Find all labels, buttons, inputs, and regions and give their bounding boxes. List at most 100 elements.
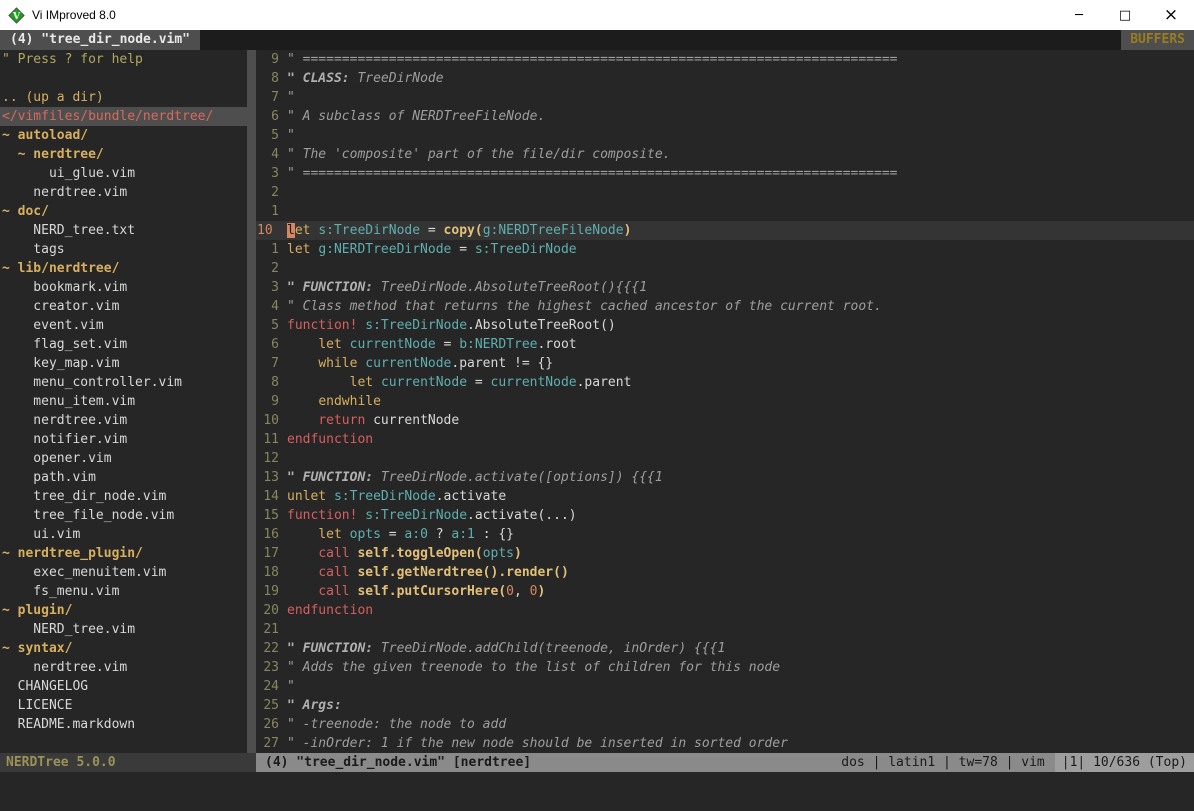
editor-line[interactable]: 3" FUNCTION: TreeDirNode.AbsoluteTreeRoo… [256, 278, 1194, 297]
nerdtree-file-node[interactable]: nerdtree.vim [0, 658, 247, 677]
editor-line[interactable]: 6 let currentNode = b:NERDTree.root [256, 335, 1194, 354]
cursor: l [287, 223, 295, 238]
code-text: " -inOrder: 1 if the new node should be … [287, 734, 788, 753]
editor-line[interactable]: 18 call self.getNerdtree().render() [256, 563, 1194, 582]
code-text: " FUNCTION: TreeDirNode.AbsoluteTreeRoot… [287, 278, 647, 297]
line-number: 1 [256, 240, 279, 259]
nerdtree-dir-node[interactable]: ~ nerdtree/ [0, 145, 247, 164]
nerdtree-file-node[interactable]: LICENCE [0, 696, 247, 715]
editor-line[interactable]: 2 [256, 183, 1194, 202]
window-split-bar[interactable] [247, 50, 256, 753]
nerdtree-file-node[interactable]: nerdtree.vim [0, 183, 247, 202]
code-text: call self.getNerdtree().render() [287, 563, 569, 582]
line-number: 16 [256, 525, 279, 544]
nerdtree-file-node[interactable]: NERD_tree.vim [0, 620, 247, 639]
nerdtree-file-node[interactable]: path.vim [0, 468, 247, 487]
line-number: 6 [256, 107, 279, 126]
editor-line[interactable]: 9 endwhile [256, 392, 1194, 411]
nerdtree-file-node[interactable]: bookmark.vim [0, 278, 247, 297]
editor-line[interactable]: 8" CLASS: TreeDirNode [256, 69, 1194, 88]
nerdtree-file-node[interactable]: NERD_tree.txt [0, 221, 247, 240]
editor-line[interactable]: 5function! s:TreeDirNode.AbsoluteTreeRoo… [256, 316, 1194, 335]
line-number: 7 [256, 88, 279, 107]
statusline-buffer-info: (4) "tree_dir_node.vim" [nerdtree] [265, 753, 531, 772]
editor-line[interactable]: 4" The 'composite' part of the file/dir … [256, 145, 1194, 164]
editor-line[interactable]: 3" =====================================… [256, 164, 1194, 183]
nerdtree-file-node[interactable]: nerdtree.vim [0, 411, 247, 430]
editor-line[interactable]: 11endfunction [256, 430, 1194, 449]
nerdtree-file-node[interactable]: CHANGELOG [0, 677, 247, 696]
close-button[interactable]: × [1148, 0, 1194, 30]
nerdtree-dir-node[interactable]: ~ doc/ [0, 202, 247, 221]
editor-line[interactable]: 2 [256, 259, 1194, 278]
maximize-button[interactable]: □ [1102, 0, 1148, 30]
command-line[interactable] [0, 772, 1194, 811]
editor-line[interactable]: 1let g:NERDTreeDirNode = s:TreeDirNode [256, 240, 1194, 259]
editor-line[interactable]: 20endfunction [256, 601, 1194, 620]
code-text: endwhile [287, 392, 381, 411]
editor-line[interactable]: 24" [256, 677, 1194, 696]
nerdtree-file-node[interactable]: fs_menu.vim [0, 582, 247, 601]
nerdtree-file-node[interactable]: menu_item.vim [0, 392, 247, 411]
editor-line[interactable]: 10 return currentNode [256, 411, 1194, 430]
editor-line[interactable]: 5" [256, 126, 1194, 145]
line-number: 25 [256, 696, 279, 715]
editor-line[interactable]: 17 call self.toggleOpen(opts) [256, 544, 1194, 563]
editor-line[interactable]: 8 let currentNode = currentNode.parent [256, 373, 1194, 392]
nerdtree-file-node[interactable]: notifier.vim [0, 430, 247, 449]
code-text: " [287, 88, 295, 107]
editor-line[interactable]: 13" FUNCTION: TreeDirNode.activate([opti… [256, 468, 1194, 487]
nerdtree-file-node[interactable]: opener.vim [0, 449, 247, 468]
line-number: 26 [256, 715, 279, 734]
editor-line[interactable]: 19 call self.putCursorHere(0, 0) [256, 582, 1194, 601]
nerdtree-dir-node[interactable]: ~ autoload/ [0, 126, 247, 145]
editor-line[interactable]: 1 [256, 202, 1194, 221]
nerdtree-dir-node[interactable]: ~ plugin/ [0, 601, 247, 620]
editor-line[interactable]: 21 [256, 620, 1194, 639]
nerdtree-up-dir[interactable]: .. (up a dir) [0, 88, 247, 107]
nerdtree-file-node[interactable] [0, 69, 247, 88]
code-text: return currentNode [287, 411, 459, 430]
nerdtree-file-node[interactable]: tags [0, 240, 247, 259]
buffer-tab[interactable]: (4) "tree_dir_node.vim" [0, 30, 200, 50]
editor-line[interactable]: 14unlet s:TreeDirNode.activate [256, 487, 1194, 506]
editor-line[interactable]: 12 [256, 449, 1194, 468]
nerdtree-dir-node[interactable]: ~ lib/nerdtree/ [0, 259, 247, 278]
buffers-label: BUFFERS [1121, 30, 1194, 50]
editor-line[interactable]: 23" Adds the given treenode to the list … [256, 658, 1194, 677]
editor-line[interactable]: 27" -inOrder: 1 if the new node should b… [256, 734, 1194, 753]
nerdtree-file-node[interactable]: event.vim [0, 316, 247, 335]
statusline-position: |1| 10/636 (Top) [1055, 753, 1194, 772]
editor-line[interactable]: 6" A subclass of NERDTreeFileNode. [256, 107, 1194, 126]
nerdtree-dir-node[interactable]: ~ nerdtree_plugin/ [0, 544, 247, 563]
nerdtree-file-node[interactable]: tree_dir_node.vim [0, 487, 247, 506]
editor-line[interactable]: 7" [256, 88, 1194, 107]
nerdtree-file-node[interactable]: tree_file_node.vim [0, 506, 247, 525]
editor-line[interactable]: 10let s:TreeDirNode = copy(g:NERDTreeFil… [256, 221, 1194, 240]
nerdtree-file-node[interactable]: exec_menuitem.vim [0, 563, 247, 582]
editor-line[interactable]: 22" FUNCTION: TreeDirNode.addChild(treen… [256, 639, 1194, 658]
editor-line[interactable]: 26" -treenode: the node to add [256, 715, 1194, 734]
minimize-button[interactable]: ─ [1056, 0, 1102, 30]
nerdtree-file-node[interactable]: ui_glue.vim [0, 164, 247, 183]
code-text: unlet s:TreeDirNode.activate [287, 487, 506, 506]
vim-logo-icon: V [8, 7, 25, 24]
nerdtree-file-node[interactable]: key_map.vim [0, 354, 247, 373]
nerdtree-file-node[interactable]: creator.vim [0, 297, 247, 316]
line-number: 9 [256, 392, 279, 411]
code-text: " FUNCTION: TreeDirNode.addChild(treenod… [287, 639, 725, 658]
line-number: 2 [256, 183, 279, 202]
nerdtree-dir-node[interactable]: ~ syntax/ [0, 639, 247, 658]
editor-line[interactable]: 25" Args: [256, 696, 1194, 715]
nerdtree-file-node[interactable]: ui.vim [0, 525, 247, 544]
nerdtree-file-node[interactable]: flag_set.vim [0, 335, 247, 354]
nerdtree-root-path[interactable]: </vimfiles/bundle/nerdtree/ [0, 107, 247, 126]
code-text: " [287, 126, 295, 145]
nerdtree-file-node[interactable]: menu_controller.vim [0, 373, 247, 392]
editor-line[interactable]: 15function! s:TreeDirNode.activate(...) [256, 506, 1194, 525]
editor-line[interactable]: 9" =====================================… [256, 50, 1194, 69]
editor-line[interactable]: 16 let opts = a:0 ? a:1 : {} [256, 525, 1194, 544]
editor-line[interactable]: 7 while currentNode.parent != {} [256, 354, 1194, 373]
editor-line[interactable]: 4" Class method that returns the highest… [256, 297, 1194, 316]
nerdtree-file-node[interactable]: README.markdown [0, 715, 247, 734]
